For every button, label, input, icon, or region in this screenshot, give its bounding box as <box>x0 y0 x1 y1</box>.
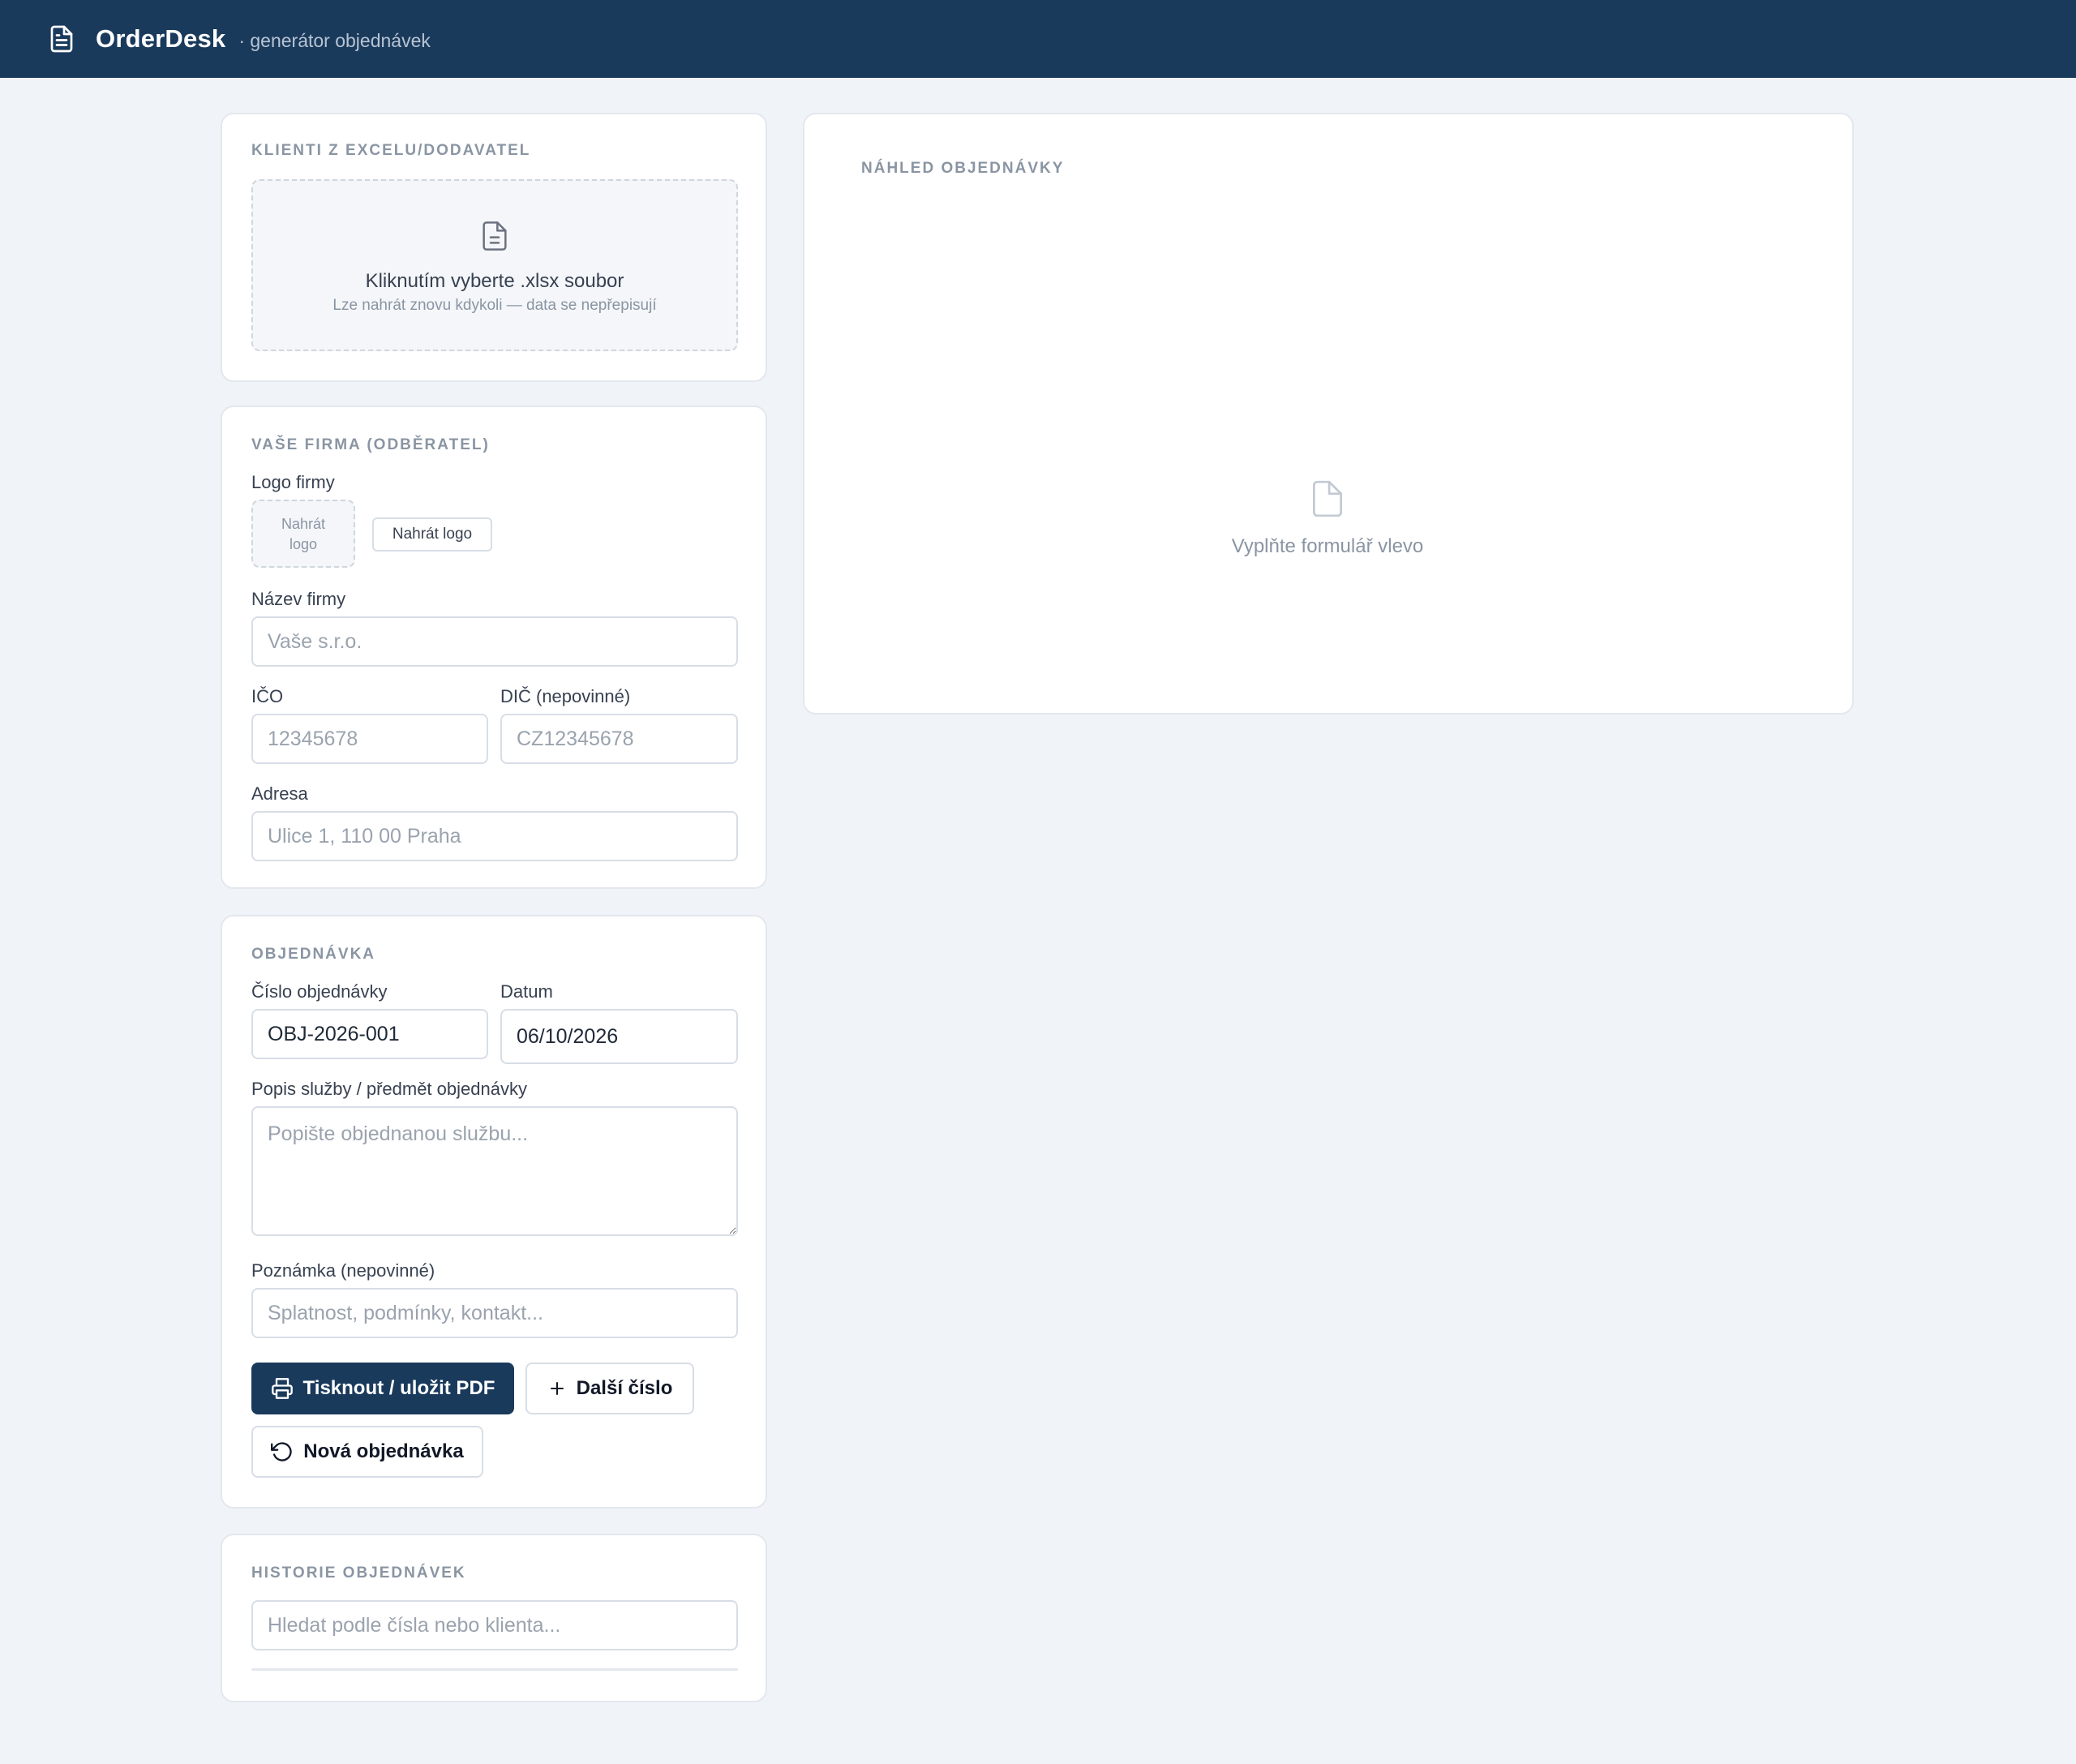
preview-card: NÁHLED OBJEDNÁVKY <box>803 113 1854 715</box>
order-number-input[interactable] <box>251 1009 488 1059</box>
print-pdf-button[interactable]: Tisknout / uložit PDF <box>251 1363 514 1414</box>
upload-logo-button[interactable]: Nahrát logo <box>372 517 492 552</box>
order-number-label: Číslo objednávky <box>251 981 388 1002</box>
new-order-label: Nová objednávka <box>303 1440 464 1462</box>
history-card: HISTORIE OBJEDNÁVEK <box>221 1534 767 1702</box>
file-icon <box>1312 480 1343 517</box>
dropzone-main-text: Kliknutím vyberte .xlsx soubor <box>365 270 624 292</box>
document-icon <box>50 25 73 53</box>
plus-icon <box>550 1382 564 1395</box>
history-card-title: HISTORIE OBJEDNÁVEK <box>251 1564 466 1582</box>
import-card-title: KLIENTI Z EXCELU/DODAVATEL <box>251 142 531 159</box>
logo-preview[interactable]: Nahrát logo <box>251 500 355 568</box>
address-input[interactable] <box>251 811 738 861</box>
app-subtitle: · generátor objednávek <box>238 30 431 51</box>
date-input[interactable] <box>500 1009 738 1064</box>
dropzone-sub-text: Lze nahrát znovu kdykoli — data se nepře… <box>332 297 657 314</box>
logo-placeholder-line1: Nahrát <box>281 516 326 532</box>
print-pdf-label: Tisknout / uložit PDF <box>302 1377 495 1399</box>
preview-card-title: NÁHLED OBJEDNÁVKY <box>861 160 1065 177</box>
new-order-button[interactable]: Nová objednávka <box>251 1426 483 1478</box>
note-input[interactable] <box>251 1288 738 1338</box>
logo-placeholder-line2: logo <box>289 536 318 552</box>
history-search-input[interactable] <box>251 1600 738 1650</box>
company-card: VAŠE FIRMA (ODBĚRATEL) Logo firmy Nahrát… <box>221 406 767 889</box>
company-name-input[interactable] <box>251 616 738 667</box>
note-label: Poznámka (nepovinné) <box>251 1260 435 1281</box>
import-card: KLIENTI Z EXCELU/DODAVATEL Kliknutím vyb… <box>221 113 767 382</box>
file-text-icon <box>483 221 507 251</box>
logo-label: Logo firmy <box>251 472 335 492</box>
history-list-divider <box>251 1668 738 1671</box>
app-title: OrderDesk <box>96 24 226 53</box>
dic-input[interactable] <box>500 714 738 764</box>
description-label: Popis služby / předmět objednávky <box>251 1079 527 1099</box>
next-number-label: Další číslo <box>576 1377 673 1399</box>
dic-label: DIČ (nepovinné) <box>500 686 631 706</box>
order-card: OBJEDNÁVKA Číslo objednávky Datum Popis … <box>221 915 767 1509</box>
description-textarea[interactable] <box>251 1106 738 1236</box>
ico-label: IČO <box>251 686 284 706</box>
date-label: Datum <box>500 981 553 1002</box>
address-label: Adresa <box>251 783 308 804</box>
rotate-ccw-icon <box>271 1442 292 1461</box>
order-card-title: OBJEDNÁVKA <box>251 946 376 963</box>
company-name-label: Název firmy <box>251 589 346 609</box>
xlsx-dropzone[interactable]: Kliknutím vyberte .xlsx soubor Lze nahrá… <box>251 179 738 351</box>
ico-input[interactable] <box>251 714 488 764</box>
company-card-title: VAŠE FIRMA (ODBĚRATEL) <box>251 436 490 453</box>
preview-empty-text: Vyplňte formulář vlevo <box>1231 535 1424 557</box>
top-bar: OrderDesk · generátor objednávek <box>0 0 2076 78</box>
next-number-button[interactable]: Další číslo <box>525 1363 694 1414</box>
printer-icon <box>271 1378 293 1399</box>
